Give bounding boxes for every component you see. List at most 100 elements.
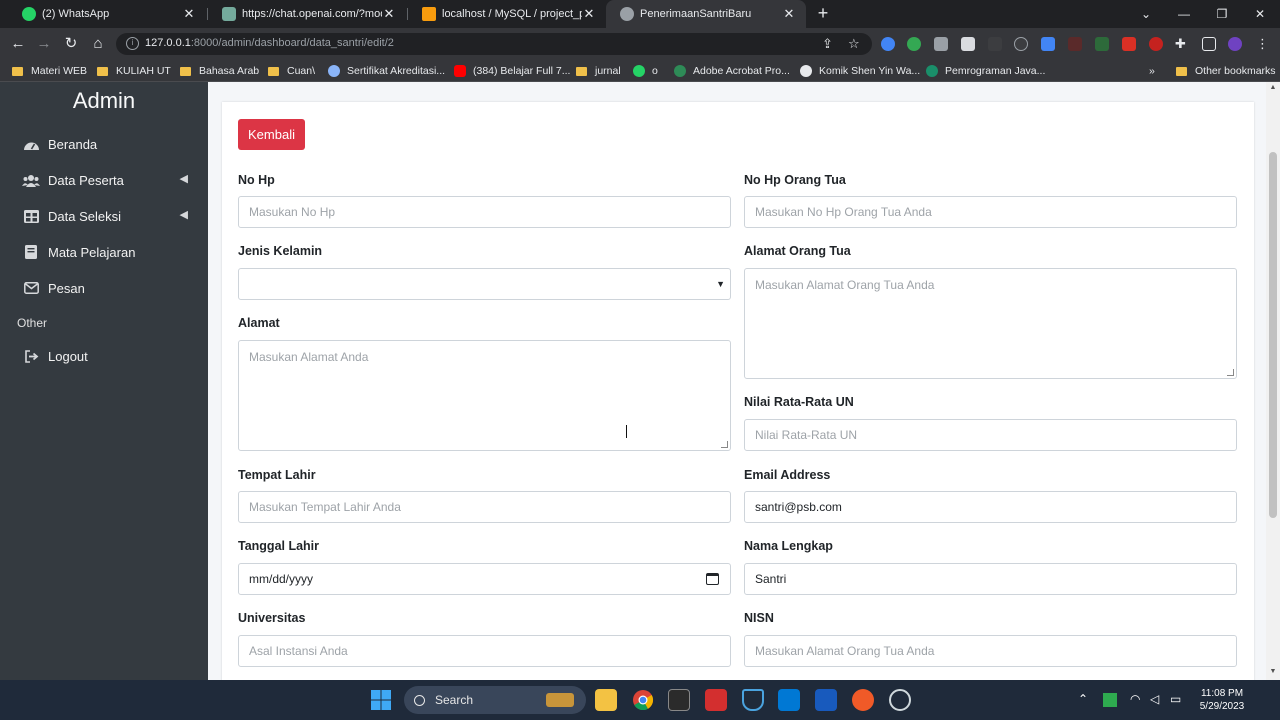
home-icon[interactable]: ⌂ <box>87 33 109 55</box>
wifi-icon[interactable]: ◠ <box>1130 692 1140 706</box>
bookmark-item[interactable]: (384) Belajar Full 7... <box>454 64 570 78</box>
page-scrollbar[interactable]: ▲ ▼ <box>1266 82 1280 680</box>
nisn-input[interactable]: Masukan Alamat Orang Tua Anda <box>744 635 1237 667</box>
browser-tab-active[interactable]: PenerimaanSantriBaru ✕ <box>606 0 806 28</box>
close-icon[interactable]: ✕ <box>382 6 396 22</box>
browser-tab-phpmyadmin[interactable]: localhost / MySQL / project_pene ✕ <box>408 0 606 28</box>
email-input[interactable]: santri@psb.com <box>744 491 1237 523</box>
bookmark-item[interactable]: Cuan\ <box>268 64 315 78</box>
window-close-button[interactable]: ✕ <box>1242 0 1278 28</box>
universitas-input[interactable]: Asal Instansi Anda <box>238 635 731 667</box>
bookmark-item[interactable]: Komik Shen Yin Wa... <box>800 64 920 78</box>
extension-icon[interactable] <box>934 37 948 51</box>
bookmark-item[interactable]: Pemrograman Java... <box>926 64 1045 78</box>
resize-handle[interactable] <box>1227 369 1234 376</box>
battery-icon[interactable]: ▭ <box>1170 692 1181 706</box>
forward-arrow-icon[interactable]: → <box>33 33 55 55</box>
postman-icon[interactable] <box>852 689 874 711</box>
more-menu-icon[interactable]: ⋮ <box>1256 37 1270 51</box>
text-cursor <box>626 425 632 438</box>
extension-icon[interactable] <box>1041 37 1055 51</box>
close-icon[interactable]: ✕ <box>782 6 796 22</box>
address-bar[interactable]: i 127.0.0.1:8000/admin/dashboard/data_sa… <box>116 33 872 55</box>
chevron-left-icon: ◀ <box>179 173 188 185</box>
scrollbar-thumb[interactable] <box>1269 152 1277 518</box>
bookmark-item[interactable]: Materi WEB <box>12 64 87 78</box>
nilai-un-label: Nilai Rata-Rata UN <box>744 395 854 409</box>
close-icon[interactable]: ✕ <box>182 6 196 22</box>
vscode-icon[interactable] <box>778 689 800 711</box>
extension-icon[interactable] <box>988 37 1002 51</box>
chevron-up-icon[interactable]: ⌃ <box>1078 692 1088 706</box>
share-icon[interactable]: ⇪ <box>822 36 833 52</box>
browser-tab-chatgpt[interactable]: https://chat.openai.com/?model= ✕ <box>208 0 406 28</box>
profile-avatar[interactable] <box>1228 37 1242 51</box>
resize-handle[interactable] <box>721 441 728 448</box>
bookmarks-overflow[interactable]: » <box>1149 64 1155 78</box>
tray-app-icon[interactable] <box>1103 693 1117 707</box>
bookmark-item[interactable]: KULIAH UT <box>97 64 171 78</box>
tanggal-lahir-input[interactable]: mm/dd/yyyy <box>238 563 731 595</box>
chrome-icon[interactable] <box>632 689 654 711</box>
globe-icon <box>620 7 634 21</box>
word-icon[interactable] <box>815 689 837 711</box>
sidebar-item-data-peserta[interactable]: Data Peserta ◀ <box>22 168 192 192</box>
back-arrow-icon[interactable]: ← <box>7 33 29 55</box>
volume-icon[interactable]: ◁ <box>1150 692 1159 706</box>
sidebar-item-logout[interactable]: Logout <box>22 344 192 368</box>
taskbar-clock[interactable]: 11:08 PM 5/29/2023 <box>1196 687 1248 713</box>
reload-icon[interactable]: ↻ <box>60 33 82 55</box>
sidebar-item-beranda[interactable]: Beranda <box>22 132 192 156</box>
terminal-icon[interactable] <box>668 689 690 711</box>
browser-tab-whatsapp[interactable]: (2) WhatsApp ✕ <box>8 0 206 28</box>
info-icon[interactable]: i <box>126 37 139 50</box>
extension-icon[interactable] <box>1068 37 1082 51</box>
extension-icon[interactable] <box>881 37 895 51</box>
no-hp-input[interactable]: Masukan No Hp <box>238 196 731 228</box>
extension-icon[interactable] <box>1014 37 1028 51</box>
sidebar-item-mata-pelajaran[interactable]: Mata Pelajaran <box>22 240 192 264</box>
taskbar: Search ⌃ ◠ ◁ ▭ 11:08 PM 5/29/2023 <box>0 680 1280 720</box>
sidebar-item-pesan[interactable]: Pesan <box>22 276 192 300</box>
scroll-up-arrow[interactable]: ▲ <box>1269 84 1277 91</box>
bookmark-item[interactable]: jurnal <box>576 64 621 78</box>
nilai-un-input[interactable]: Nilai Rata-Rata UN <box>744 419 1237 451</box>
shield-icon[interactable] <box>742 689 764 711</box>
anydesk-icon[interactable] <box>705 689 727 711</box>
sidebar-item-data-seleksi[interactable]: Data Seleksi ◀ <box>22 204 192 228</box>
sidepanel-icon[interactable] <box>1202 37 1216 51</box>
extension-icon[interactable] <box>1122 37 1136 51</box>
new-tab-button[interactable]: + <box>814 4 832 22</box>
app-icon[interactable] <box>889 689 911 711</box>
puzzle-icon[interactable]: ✚ <box>1175 37 1189 51</box>
alamat-ortu-textarea[interactable]: Masukan Alamat Orang Tua Anda <box>744 268 1237 379</box>
bookmark-item[interactable]: o <box>633 64 658 78</box>
other-bookmarks[interactable]: Other bookmarks <box>1176 64 1276 78</box>
extension-icon[interactable] <box>961 37 975 51</box>
close-icon[interactable]: ✕ <box>582 6 596 22</box>
tempat-lahir-input[interactable]: Masukan Tempat Lahir Anda <box>238 491 731 523</box>
no-hp-ortu-input[interactable]: Masukan No Hp Orang Tua Anda <box>744 196 1237 228</box>
extension-icon[interactable] <box>907 37 921 51</box>
bookmark-item[interactable]: Sertifikat Akreditasi... <box>328 64 445 78</box>
nama-lengkap-input[interactable]: Santri <box>744 563 1237 595</box>
extension-icon[interactable] <box>1095 37 1109 51</box>
bookmark-item[interactable]: Bahasa Arab <box>180 64 259 78</box>
bookmark-star-icon[interactable]: ☆ <box>848 36 860 52</box>
windows-start-icon[interactable] <box>370 689 392 711</box>
taskbar-search[interactable]: Search <box>404 686 586 714</box>
calendar-icon[interactable] <box>706 573 719 585</box>
sidebar-item-label: Logout <box>48 348 88 364</box>
folder-icon <box>576 66 587 76</box>
jenis-kelamin-select[interactable]: ▼ <box>238 268 731 300</box>
tab-search-icon[interactable]: ⌄ <box>1128 0 1164 28</box>
alamat-textarea[interactable]: Masukan Alamat Anda <box>238 340 731 451</box>
file-explorer-icon[interactable] <box>595 689 617 711</box>
maximize-button[interactable]: ❐ <box>1204 0 1240 28</box>
bookmark-item[interactable]: Adobe Acrobat Pro... <box>674 64 790 78</box>
extension-icon[interactable] <box>1149 37 1163 51</box>
scroll-down-arrow[interactable]: ▼ <box>1269 668 1277 675</box>
brand-title: Admin <box>72 88 136 113</box>
minimize-button[interactable]: — <box>1166 0 1202 28</box>
back-button[interactable]: Kembali <box>238 119 305 150</box>
